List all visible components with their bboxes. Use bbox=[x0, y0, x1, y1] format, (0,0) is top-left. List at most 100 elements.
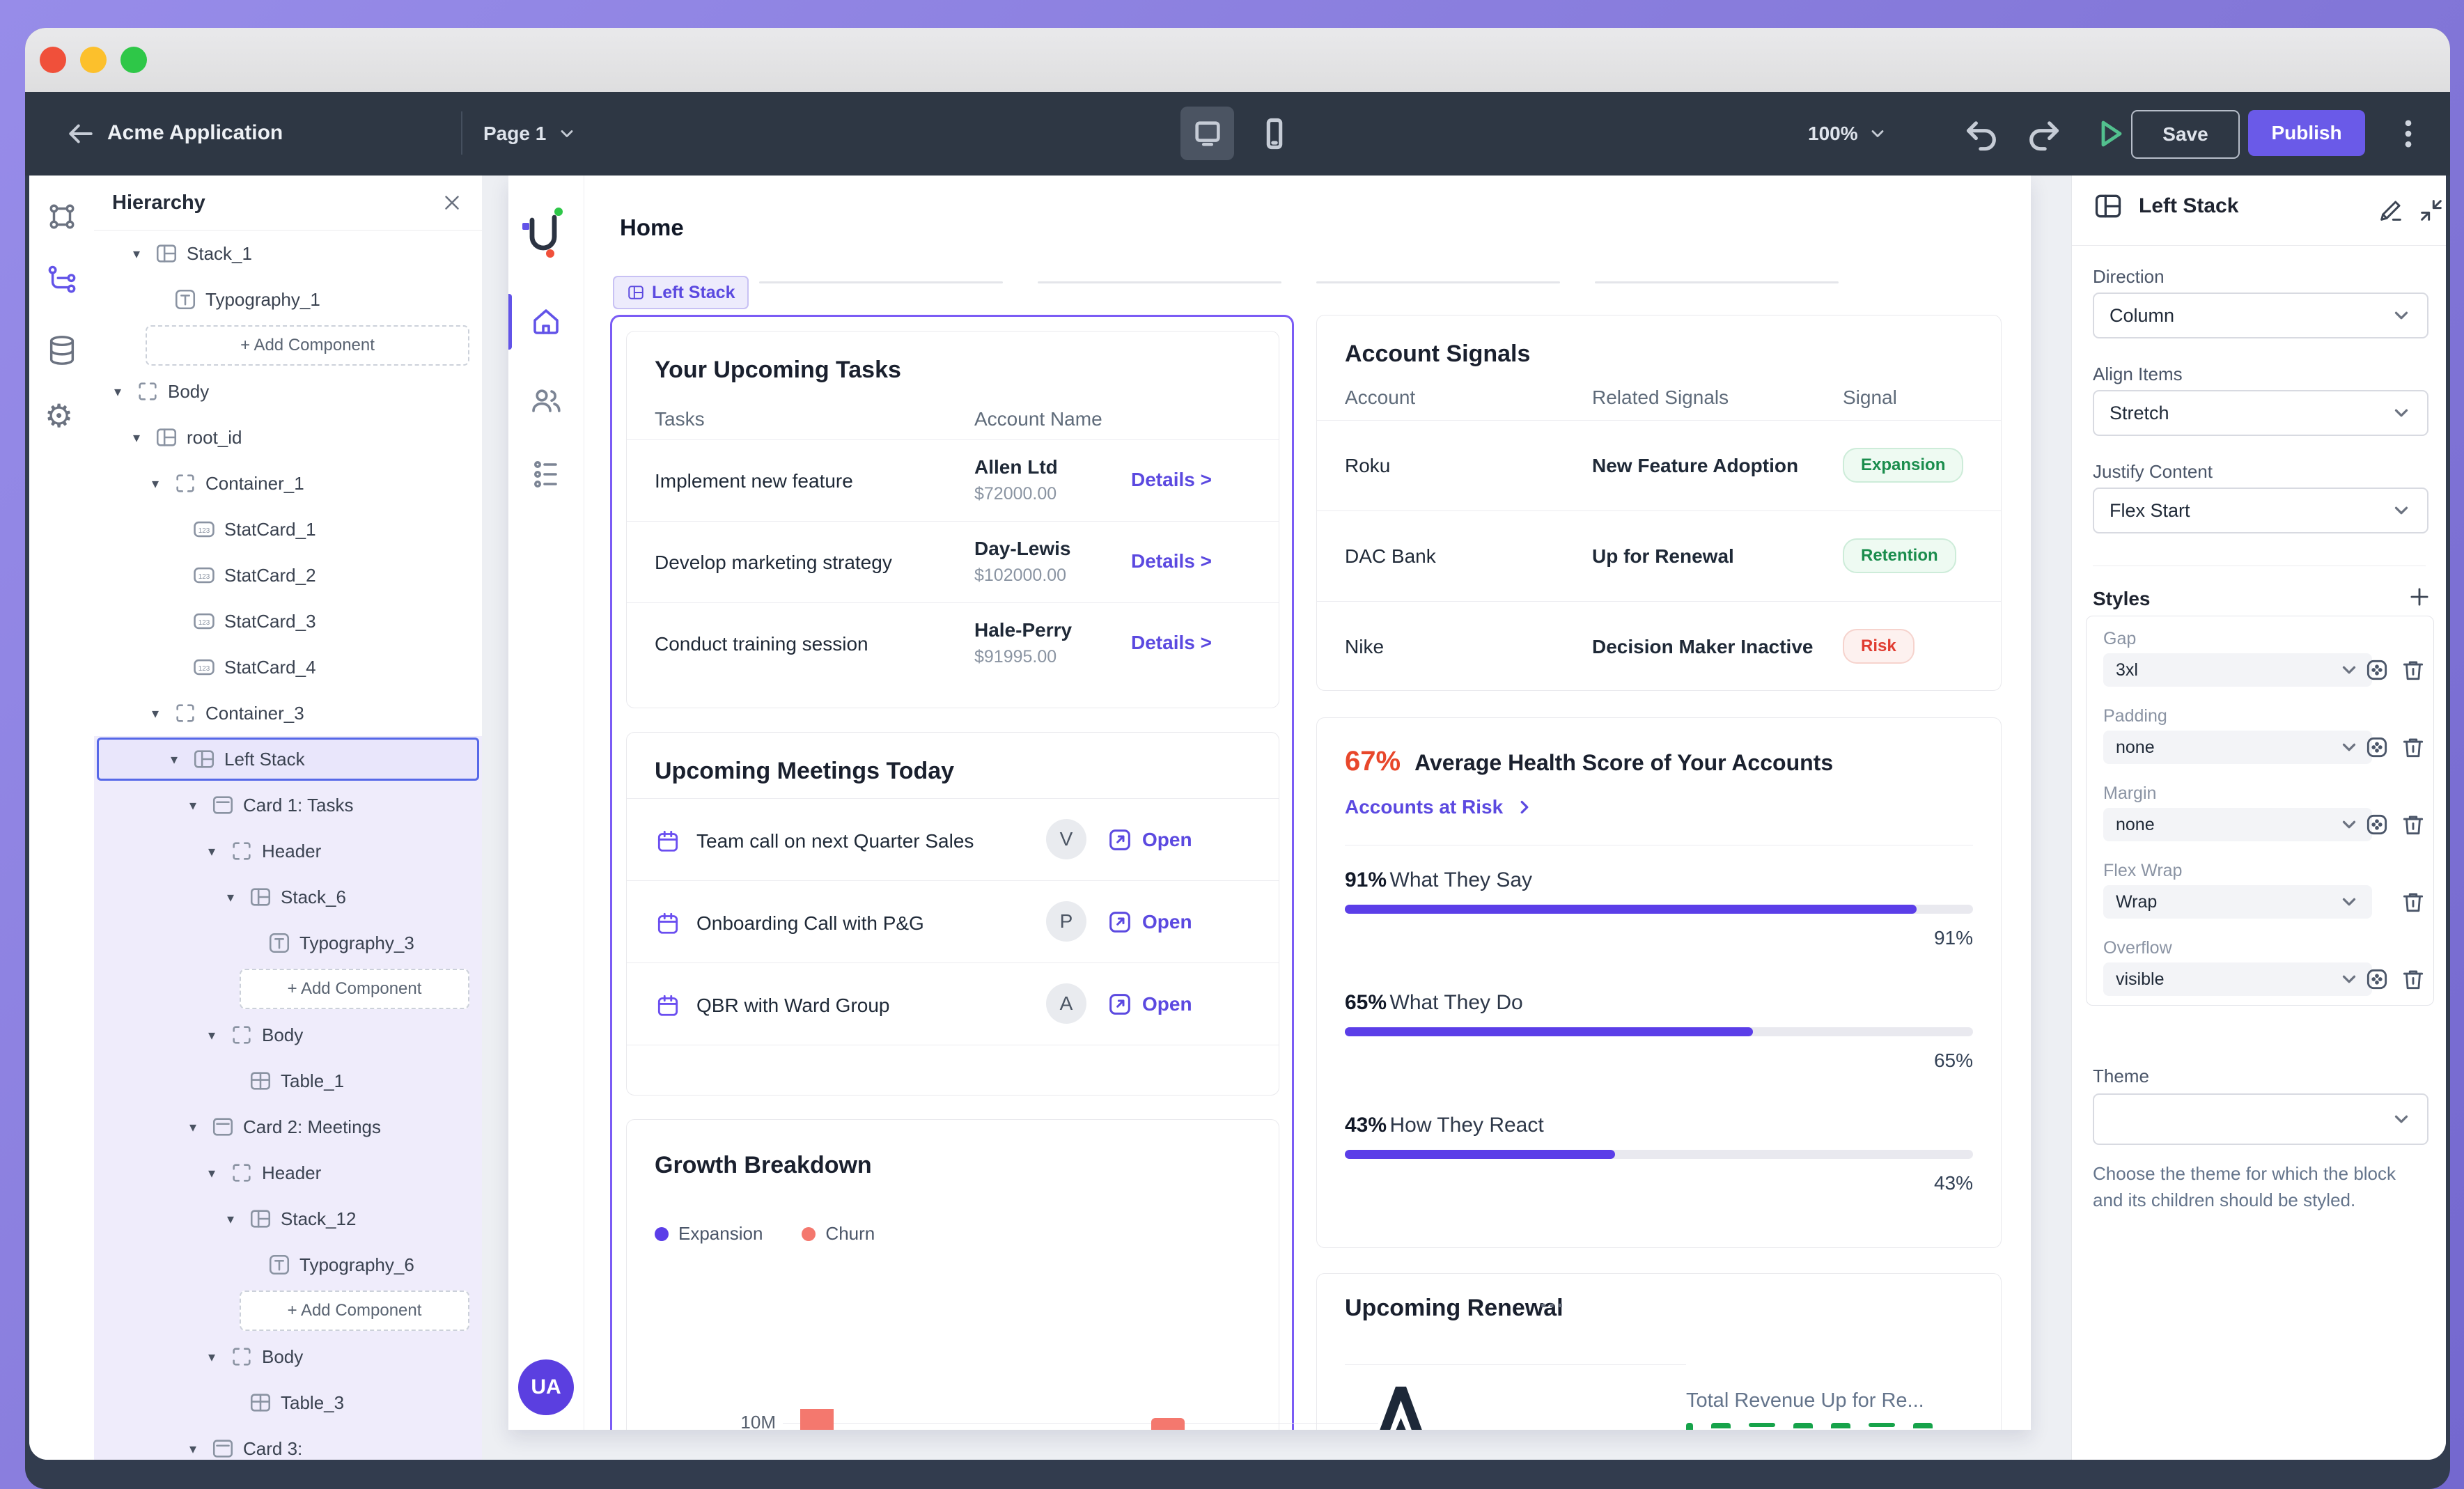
task-details-link[interactable]: Details > bbox=[1131, 632, 1212, 654]
delete-style-icon[interactable] bbox=[2400, 657, 2426, 683]
margin-select[interactable]: none bbox=[2103, 808, 2372, 841]
publish-button[interactable]: Publish bbox=[2248, 110, 2365, 156]
renewal-menu-icon[interactable]: ... bbox=[1540, 1286, 1566, 1313]
tree-node-statcard-4[interactable]: 123StatCard_4 bbox=[94, 644, 482, 690]
open-external-icon[interactable] bbox=[1106, 826, 1134, 854]
user-avatar[interactable]: UA bbox=[518, 1359, 574, 1415]
database-icon[interactable] bbox=[46, 334, 78, 366]
expand-arrow-icon[interactable]: ▾ bbox=[127, 245, 146, 263]
direction-select[interactable]: Column bbox=[2093, 293, 2428, 338]
accounts-nav-icon[interactable] bbox=[529, 384, 563, 418]
expand-arrow-icon[interactable]: ▾ bbox=[202, 1164, 221, 1182]
tree-node-body[interactable]: ▾Body bbox=[94, 1012, 482, 1058]
delete-style-icon[interactable] bbox=[2400, 966, 2426, 992]
expand-arrow-icon[interactable]: ▾ bbox=[146, 705, 165, 722]
tree-node-container-3[interactable]: ▾Container_3 bbox=[94, 690, 482, 736]
redo-icon[interactable] bbox=[2025, 116, 2061, 152]
tree-node-stack-6[interactable]: ▾ Stack_6 bbox=[94, 874, 482, 920]
tree-node-typography-3[interactable]: Typography_3 bbox=[94, 920, 482, 966]
zoom-control[interactable]: 100% bbox=[1808, 123, 1887, 145]
responsive-icon[interactable] bbox=[2364, 734, 2390, 761]
page-selector[interactable]: Page 1 bbox=[483, 123, 577, 145]
expand-arrow-icon[interactable]: ▾ bbox=[108, 383, 127, 400]
tree-node-statcard-2[interactable]: 123StatCard_2 bbox=[94, 552, 482, 598]
delete-style-icon[interactable] bbox=[2400, 889, 2426, 915]
tree-node-header[interactable]: ▾Header bbox=[94, 1150, 482, 1196]
save-button[interactable]: Save bbox=[2131, 110, 2240, 159]
tree-node-card-3-[interactable]: ▾Card 3: bbox=[94, 1426, 482, 1460]
expand-arrow-icon[interactable]: ▾ bbox=[127, 429, 146, 446]
expand-arrow-icon[interactable]: ▾ bbox=[202, 1027, 221, 1044]
open-external-icon[interactable] bbox=[1106, 908, 1134, 936]
left-stack-selection[interactable]: Your Upcoming Tasks Tasks Account Name I… bbox=[610, 315, 1294, 1430]
back-icon[interactable] bbox=[67, 121, 95, 146]
mobile-view-button[interactable] bbox=[1256, 116, 1293, 152]
justify-content-select[interactable]: Flex Start bbox=[2093, 488, 2428, 533]
tree-node-left-stack[interactable]: ▾Left Stack bbox=[94, 736, 482, 782]
tree-node-card-1-tasks[interactable]: ▾Card 1: Tasks bbox=[94, 782, 482, 828]
home-nav-icon[interactable] bbox=[529, 305, 563, 338]
add-style-icon[interactable] bbox=[2406, 584, 2433, 610]
undo-icon[interactable] bbox=[1964, 116, 2000, 152]
tree-node-root-id[interactable]: ▾root_id bbox=[94, 414, 482, 460]
padding-select[interactable]: none bbox=[2103, 731, 2372, 764]
traffic-light-minimize[interactable] bbox=[80, 47, 107, 73]
expand-arrow-icon[interactable]: ▾ bbox=[146, 475, 165, 492]
tree-node-body[interactable]: ▾Body bbox=[94, 1334, 482, 1380]
meeting-open-link[interactable]: Open bbox=[1142, 911, 1192, 933]
tree-node-table-3[interactable]: Table_3 bbox=[94, 1380, 482, 1426]
add-component-button[interactable]: + Add Component bbox=[240, 1291, 469, 1331]
theme-select[interactable] bbox=[2093, 1093, 2428, 1145]
hierarchy-tree-icon[interactable] bbox=[46, 265, 78, 297]
more-options-icon[interactable] bbox=[2390, 116, 2426, 152]
responsive-icon[interactable] bbox=[2364, 966, 2390, 992]
preview-play-icon[interactable] bbox=[2092, 117, 2126, 150]
open-external-icon[interactable] bbox=[1106, 990, 1134, 1018]
add-component-button[interactable]: + Add Component bbox=[146, 325, 469, 366]
expand-arrow-icon[interactable]: ▾ bbox=[183, 1440, 203, 1458]
flex-wrap-select[interactable]: Wrap bbox=[2103, 885, 2372, 919]
traffic-light-zoom[interactable] bbox=[120, 47, 147, 73]
tasks-nav-icon[interactable] bbox=[529, 458, 563, 491]
expand-arrow-icon[interactable]: ▾ bbox=[221, 1210, 240, 1228]
expand-arrow-icon[interactable]: ▾ bbox=[183, 1118, 203, 1136]
gap-select[interactable]: 3xl bbox=[2103, 653, 2372, 687]
tree-node-label: Stack_6 bbox=[281, 887, 346, 908]
rename-pencil-icon[interactable] bbox=[2377, 196, 2405, 224]
tree-node-card-2-meetings[interactable]: ▾Card 2: Meetings bbox=[94, 1104, 482, 1150]
delete-style-icon[interactable] bbox=[2400, 811, 2426, 838]
add-component-button[interactable]: + Add Component bbox=[240, 969, 469, 1009]
delete-style-icon[interactable] bbox=[2400, 734, 2426, 761]
responsive-icon[interactable] bbox=[2364, 811, 2390, 838]
tree-node-typography-1[interactable]: Typography_1 bbox=[94, 276, 482, 322]
meeting-open-link[interactable]: Open bbox=[1142, 829, 1192, 851]
tree-node-body[interactable]: ▾Body bbox=[94, 368, 482, 414]
collapse-panel-icon[interactable] bbox=[2417, 196, 2445, 224]
tree-node-statcard-3[interactable]: 123StatCard_3 bbox=[94, 598, 482, 644]
frame-tool-icon[interactable] bbox=[46, 201, 78, 233]
task-details-link[interactable]: Details > bbox=[1131, 469, 1212, 491]
expand-arrow-icon[interactable]: ▾ bbox=[164, 751, 184, 768]
desktop-view-button[interactable] bbox=[1180, 107, 1234, 160]
expand-arrow-icon[interactable]: ▾ bbox=[221, 889, 240, 906]
expand-arrow-icon[interactable]: ▾ bbox=[183, 797, 203, 814]
meeting-open-link[interactable]: Open bbox=[1142, 993, 1192, 1015]
tree-node-header[interactable]: ▾Header bbox=[94, 828, 482, 874]
tree-node-table-1[interactable]: Table_1 bbox=[94, 1058, 482, 1104]
align-items-select[interactable]: Stretch bbox=[2093, 390, 2428, 436]
tree-node-container-1[interactable]: ▾Container_1 bbox=[94, 460, 482, 506]
expand-arrow-icon[interactable]: ▾ bbox=[202, 1348, 221, 1366]
expand-arrow-icon[interactable]: ▾ bbox=[202, 843, 221, 860]
tree-node-stack-12[interactable]: ▾Stack_12 bbox=[94, 1196, 482, 1242]
selected-block-badge[interactable]: Left Stack bbox=[613, 276, 749, 309]
tree-node-stack-1[interactable]: ▾Stack_1 bbox=[94, 231, 482, 276]
tree-node-statcard-1[interactable]: 123StatCard_1 bbox=[94, 506, 482, 552]
task-details-link[interactable]: Details > bbox=[1131, 550, 1212, 572]
responsive-icon[interactable] bbox=[2364, 657, 2390, 683]
traffic-light-close[interactable] bbox=[40, 47, 66, 73]
close-icon[interactable] bbox=[440, 191, 464, 215]
settings-gear-icon[interactable]: ⚙ bbox=[45, 397, 73, 435]
accounts-at-risk-link[interactable]: Accounts at Risk bbox=[1345, 796, 1535, 818]
tree-node-typography-6[interactable]: Typography_6 bbox=[94, 1242, 482, 1288]
overflow-select[interactable]: visible bbox=[2103, 962, 2372, 996]
